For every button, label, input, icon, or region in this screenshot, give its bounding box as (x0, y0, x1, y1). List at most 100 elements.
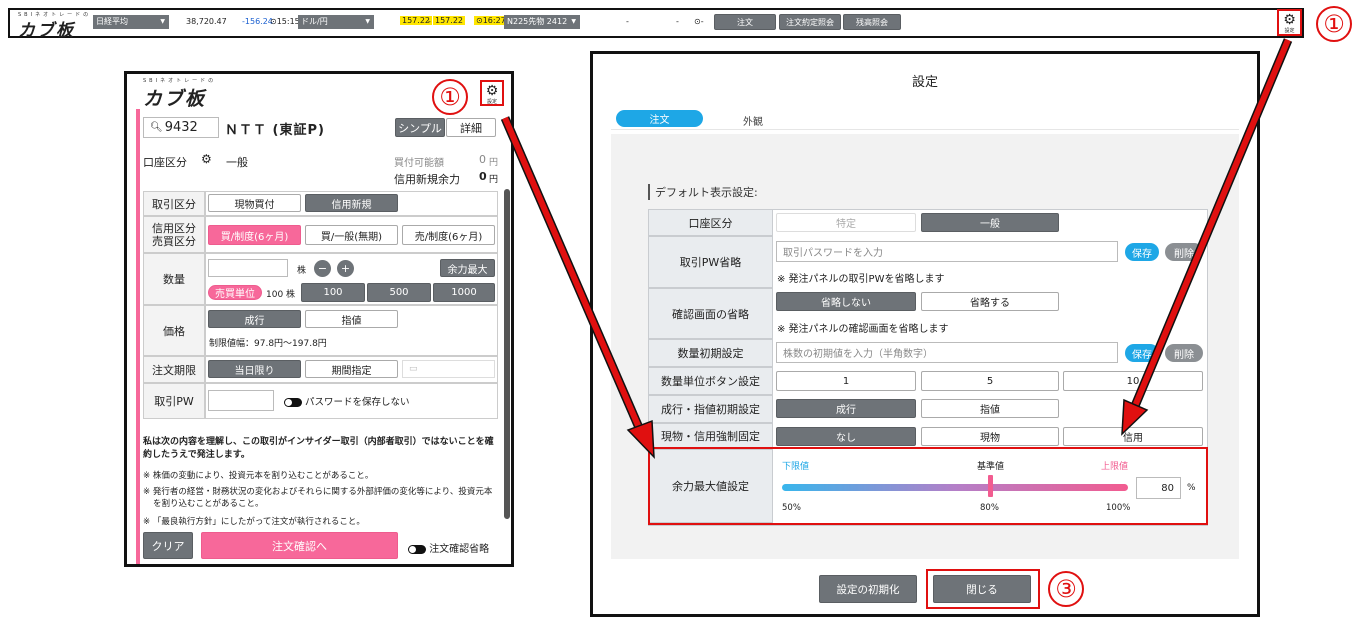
toggle-switch-icon (284, 398, 302, 407)
unit-2-field[interactable]: 5 (921, 371, 1059, 391)
index-select[interactable]: 日経平均 ▼ (93, 15, 169, 29)
date-input[interactable]: ▭ (402, 360, 495, 378)
no-skip-button[interactable]: 省略しない (776, 292, 916, 311)
calendar-icon: ▭ (409, 364, 418, 374)
futures-v1: - (626, 17, 629, 26)
price-default-label: 成行・指値初期設定 (648, 395, 773, 423)
limit-order-button[interactable]: 指値 (305, 310, 398, 328)
skip-button[interactable]: 省略する (921, 292, 1059, 311)
pw-save-button[interactable]: 保存 (1125, 243, 1159, 261)
tab-bar (611, 100, 1239, 130)
pw-input[interactable] (208, 390, 274, 411)
gear-icon: ⚙ (485, 83, 499, 99)
buy-power-label: 買付可能額 (394, 158, 444, 169)
tab-appearance[interactable]: 外観 (743, 113, 763, 128)
panel-logo-sub: SBIネオトレードの (143, 78, 217, 84)
close-button[interactable]: 閉じる (933, 575, 1031, 603)
qty-delete-button[interactable]: 削除 (1165, 344, 1203, 362)
chevron-down-icon: ▼ (160, 18, 165, 25)
force-margin-button[interactable]: 信用 (1063, 427, 1203, 446)
notice-1: ※ 株価の変動により、投資元本を割り込むことがあること。 (143, 471, 374, 481)
clear-button[interactable]: クリア (143, 532, 193, 559)
sell-standard-button[interactable]: 売/制度(6ヶ月) (402, 225, 495, 245)
order-inquiry-button[interactable]: 注文約定照会 (779, 14, 841, 30)
margin-power-value: 0 (479, 170, 487, 183)
account-label: 口座区分 (143, 156, 187, 169)
buy-general-button[interactable]: 買/一般(無期) (305, 225, 398, 245)
qty-500-button[interactable]: 500 (367, 283, 431, 302)
pw-delete-button[interactable]: 削除 (1165, 243, 1203, 261)
stock-name: ＮＴＴ (東証P) (225, 123, 325, 138)
account-type-label: 口座区分 (648, 209, 773, 236)
margin-new-button[interactable]: 信用新規 (305, 194, 398, 212)
market-order-button[interactable]: 成行 (208, 310, 301, 328)
qty-minus-button[interactable]: − (314, 260, 331, 277)
pw-save-label: パスワードを保存しない (305, 397, 410, 408)
unit-button-label: 数量単位ボタン設定 (648, 367, 773, 395)
force-none-button[interactable]: なし (776, 427, 916, 446)
margin-type-label-2: 売買区分 (152, 234, 196, 248)
search-icon: 🔍︎ (150, 122, 163, 133)
stock-code-input[interactable]: 🔍︎ 9432 (143, 117, 219, 138)
pw-note: ※ 発注パネルの取引PWを省略します (777, 274, 945, 285)
qty-default-field[interactable]: 株数の初期値を入力（半角数字） (776, 342, 1118, 363)
unit-3-field[interactable]: 10 (1063, 371, 1203, 391)
qty-default-label: 数量初期設定 (648, 339, 773, 367)
account-value: 一般 (226, 156, 248, 169)
default-market-button[interactable]: 成行 (776, 399, 916, 418)
period-label: 注文期限 (143, 356, 205, 383)
skip-confirm-toggle[interactable]: 注文確認省略 (408, 540, 489, 555)
qty-save-button[interactable]: 保存 (1125, 344, 1159, 362)
order-button[interactable]: 注文 (714, 14, 776, 30)
qty-100-button[interactable]: 100 (301, 283, 365, 302)
gear-icon: ⚙ (1283, 12, 1296, 28)
order-confirm-button[interactable]: 注文確認へ (201, 532, 398, 559)
confirm-skip-label: 確認画面の省略 (648, 288, 773, 339)
unit-1-field[interactable]: 1 (776, 371, 916, 391)
chevron-down-icon: ▼ (365, 18, 370, 25)
default-limit-button[interactable]: 指値 (921, 399, 1059, 418)
specific-account-button[interactable]: 特定 (776, 213, 916, 232)
reset-settings-button[interactable]: 設定の初期化 (819, 575, 917, 603)
settings-title: 設定 (911, 75, 938, 90)
pw-label: 取引PW (143, 383, 205, 419)
topbar-logo: カブ板 (18, 21, 75, 41)
simple-button[interactable]: シンプル (395, 118, 445, 137)
detail-button[interactable]: 詳細 (446, 118, 496, 137)
price-range: 制限値幅：97.8円〜197.8円 (209, 339, 327, 349)
qty-plus-button[interactable]: + (337, 260, 354, 277)
force-spot-button[interactable]: 現物 (921, 427, 1059, 446)
lot-badge: 売買単位 (208, 285, 262, 300)
futures-time: ⊙- (694, 17, 704, 26)
trade-type-label: 取引区分 (143, 191, 205, 216)
qty-input[interactable] (208, 259, 288, 277)
callout-1-panel: ① (432, 79, 468, 115)
pw-save-toggle[interactable]: パスワードを保存しない (284, 394, 410, 408)
notice-3: ※ 「最良執行方針」にしたがって注文が執行されること。 (143, 517, 365, 527)
today-button[interactable]: 当日限り (208, 360, 301, 378)
fx-time: ⊙16:27 (474, 16, 508, 25)
skip-confirm-label: 注文確認省略 (429, 544, 490, 555)
margin-power-label: 信用新規余力 (394, 173, 460, 186)
qty-1000-button[interactable]: 1000 (433, 283, 495, 302)
topbar-settings-button[interactable]: ⚙ 設定 (1277, 9, 1302, 36)
panel-settings-button[interactable]: ⚙ 設定 (480, 80, 504, 106)
fx-select[interactable]: ドル/円 ▼ (298, 15, 374, 29)
pw-field[interactable]: 取引パスワードを入力 (776, 241, 1118, 262)
settings-label: 設定 (1284, 28, 1295, 34)
spot-buy-button[interactable]: 現物買付 (208, 194, 301, 212)
tab-order[interactable]: 注文 (616, 110, 703, 127)
general-account-button[interactable]: 一般 (921, 213, 1059, 232)
buy-standard-button[interactable]: 買/制度(6ヶ月) (208, 225, 301, 245)
gear-icon[interactable]: ⚙ (201, 152, 212, 166)
max-power-highlight (648, 447, 1208, 525)
balance-inquiry-button[interactable]: 残高照会 (843, 14, 901, 30)
stock-code: 9432 (164, 120, 198, 135)
futures-select[interactable]: N225先物 2412 ▼ (504, 15, 580, 29)
buy-power-value: 0 (479, 153, 486, 166)
futures-v2: - (676, 17, 679, 26)
margin-type-label: 信用区分 売買区分 (143, 216, 205, 253)
max-qty-button[interactable]: 余力最大 (440, 259, 495, 277)
specify-period-button[interactable]: 期間指定 (305, 360, 398, 378)
panel-scrollbar[interactable] (504, 189, 510, 519)
